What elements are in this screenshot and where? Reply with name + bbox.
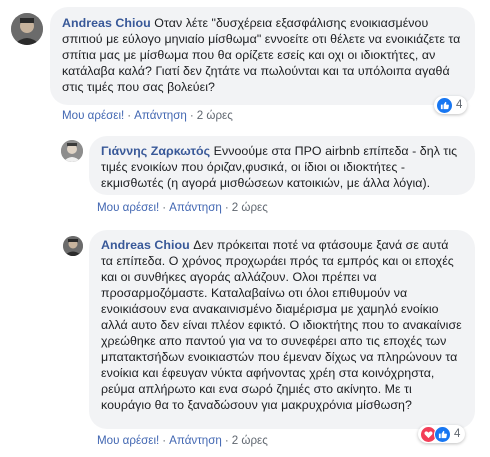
comment-actions: Μου αρέσει! · Απάντηση · 2 ώρες xyxy=(97,201,268,214)
comment-actions: Μου αρέσει! · Απάντηση · 2 ώρες xyxy=(62,109,233,122)
comment-actions: Μου αρέσει! · Απάντηση · 2 ώρες xyxy=(97,434,268,447)
comment-author[interactable]: Andreas Chiou xyxy=(62,16,151,30)
avatar[interactable] xyxy=(11,13,43,45)
comment-author[interactable]: Γιάννης Ζαρκωτός xyxy=(101,144,210,158)
comment-bubble: Γιάννης Ζαρκωτός Εννοούμε στα ΠΡΟ airbnb… xyxy=(89,136,475,195)
reaction-count: 4 xyxy=(456,99,463,111)
comment-bubble: Andreas Chiou Δεν πρόκειται ποτέ να φτάσ… xyxy=(89,230,475,429)
reaction-count: 4 xyxy=(454,428,461,440)
like-link[interactable]: Μου αρέσει! xyxy=(62,109,124,122)
timestamp[interactable]: 2 ώρες xyxy=(232,201,268,214)
reply-link[interactable]: Απάντηση xyxy=(134,109,187,122)
like-link[interactable]: Μου αρέσει! xyxy=(97,434,159,447)
like-icon xyxy=(434,425,451,443)
reply-link[interactable]: Απάντηση xyxy=(169,201,222,214)
like-link[interactable]: Μου αρέσει! xyxy=(97,201,159,214)
timestamp[interactable]: 2 ώρες xyxy=(197,109,233,122)
avatar[interactable] xyxy=(63,236,83,256)
reply-link[interactable]: Απάντηση xyxy=(169,434,222,447)
like-icon xyxy=(436,96,453,114)
comment-bubble: Andreas Chiou Οταν λέτε "δυσχέρεια εξασφ… xyxy=(50,7,475,105)
comment-author[interactable]: Andreas Chiou xyxy=(101,238,190,252)
avatar[interactable] xyxy=(61,140,83,162)
reaction-summary[interactable]: 4 xyxy=(434,96,468,114)
reaction-summary[interactable]: 4 xyxy=(418,425,466,443)
comment-text: Δεν πρόκειται ποτέ να φτάσουμε ξανά σε α… xyxy=(101,238,462,412)
timestamp[interactable]: 2 ώρες xyxy=(232,434,268,447)
